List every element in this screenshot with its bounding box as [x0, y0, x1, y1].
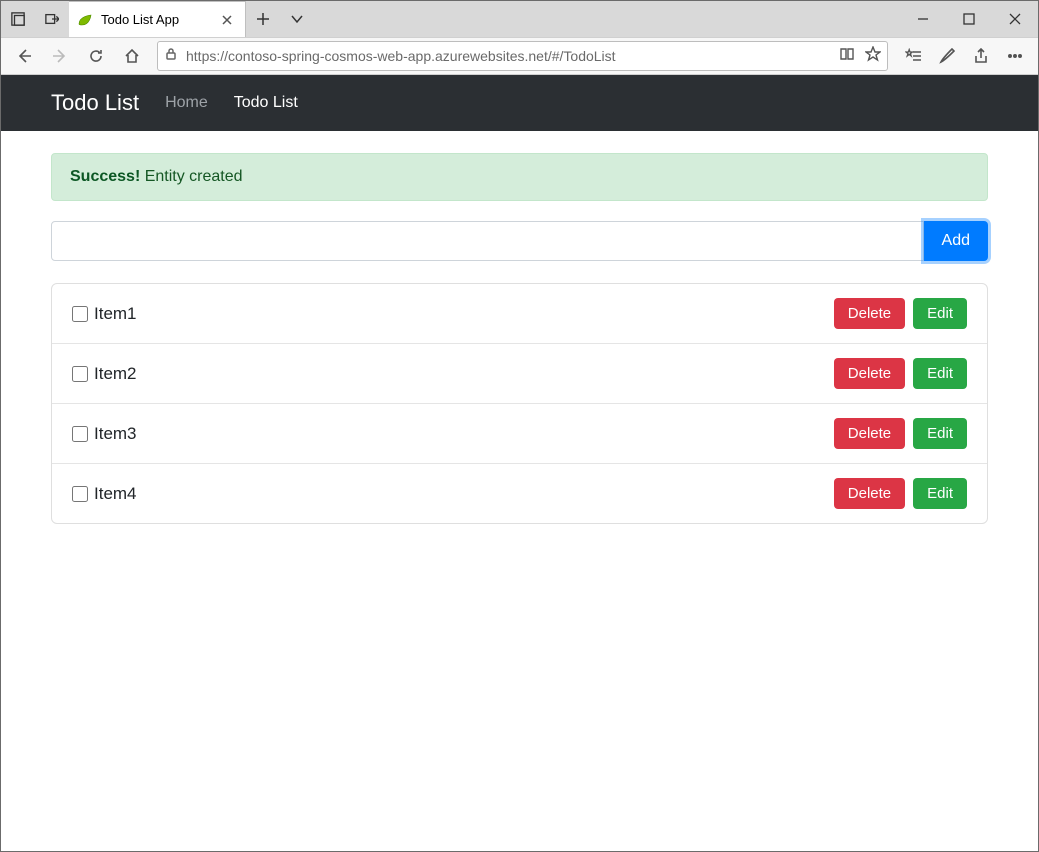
- toolbar-right: [896, 40, 1032, 72]
- nav-home-button[interactable]: [115, 40, 149, 72]
- add-button[interactable]: Add: [924, 221, 988, 261]
- delete-button[interactable]: Delete: [834, 418, 905, 449]
- item-label: Item3: [94, 424, 137, 444]
- reading-view-icon[interactable]: [839, 46, 855, 67]
- lock-icon: [164, 47, 178, 66]
- list-item-left: Item1: [72, 304, 137, 324]
- address-bar-right: [839, 46, 881, 67]
- item-checkbox[interactable]: [72, 366, 88, 382]
- new-item-input[interactable]: [51, 221, 924, 261]
- window-maximize-button[interactable]: [946, 1, 992, 37]
- item-checkbox[interactable]: [72, 306, 88, 322]
- tab-actions-icon[interactable]: [1, 1, 35, 37]
- edit-button[interactable]: Edit: [913, 298, 967, 329]
- nav-refresh-button[interactable]: [79, 40, 113, 72]
- browser-tab[interactable]: Todo List App: [69, 1, 246, 37]
- nav-back-button[interactable]: [7, 40, 41, 72]
- favorite-star-icon[interactable]: [865, 46, 881, 67]
- list-item: Item4 Delete Edit: [52, 463, 987, 523]
- list-item: Item3 Delete Edit: [52, 403, 987, 463]
- window-minimize-button[interactable]: [900, 1, 946, 37]
- nav-link-home[interactable]: Home: [165, 94, 208, 112]
- delete-button[interactable]: Delete: [834, 478, 905, 509]
- notes-icon[interactable]: [930, 40, 964, 72]
- alert-strong: Success!: [70, 168, 140, 185]
- browser-window: Todo List App: [0, 0, 1039, 852]
- titlebar-left: [1, 1, 69, 37]
- list-item-left: Item3: [72, 424, 137, 444]
- item-checkbox[interactable]: [72, 426, 88, 442]
- window-close-button[interactable]: [992, 1, 1038, 37]
- tab-title: Todo List App: [101, 12, 211, 27]
- add-item-row: Add: [51, 221, 988, 261]
- url-input[interactable]: [186, 48, 831, 64]
- item-label: Item2: [94, 364, 137, 384]
- browser-toolbar: [1, 37, 1038, 75]
- item-label: Item4: [94, 484, 137, 504]
- todo-list: Item1 Delete Edit Item2 Delete Edit Item3 Delet…: [51, 283, 988, 524]
- page-viewport: Todo List Home Todo List Success! Entity…: [1, 75, 1038, 851]
- edit-button[interactable]: Edit: [913, 358, 967, 389]
- address-bar[interactable]: [157, 41, 888, 71]
- favorites-list-icon[interactable]: [896, 40, 930, 72]
- nav-forward-button[interactable]: [43, 40, 77, 72]
- more-menu-icon[interactable]: [998, 40, 1032, 72]
- edit-button[interactable]: Edit: [913, 478, 967, 509]
- tab-close-button[interactable]: [219, 12, 235, 28]
- tabs-overflow-button[interactable]: [280, 1, 314, 37]
- delete-button[interactable]: Delete: [834, 298, 905, 329]
- share-icon[interactable]: [964, 40, 998, 72]
- item-checkbox[interactable]: [72, 486, 88, 502]
- nav-link-todolist[interactable]: Todo List: [234, 94, 298, 112]
- new-tab-button[interactable]: [246, 1, 280, 37]
- navbar-brand: Todo List: [51, 90, 139, 116]
- list-item-left: Item2: [72, 364, 137, 384]
- list-item: Item2 Delete Edit: [52, 343, 987, 403]
- window-controls: [900, 1, 1038, 37]
- delete-button[interactable]: Delete: [834, 358, 905, 389]
- app-navbar: Todo List Home Todo List: [1, 75, 1038, 131]
- list-item-left: Item4: [72, 484, 137, 504]
- alert-text: Entity created: [140, 168, 242, 185]
- favicon-leaf-icon: [77, 12, 93, 28]
- edit-button[interactable]: Edit: [913, 418, 967, 449]
- titlebar: Todo List App: [1, 1, 1038, 37]
- list-item: Item1 Delete Edit: [52, 284, 987, 343]
- set-aside-tabs-icon[interactable]: [35, 1, 69, 37]
- item-label: Item1: [94, 304, 137, 324]
- page-container: Success! Entity created Add Item1 Delete E…: [1, 131, 1038, 546]
- success-alert: Success! Entity created: [51, 153, 988, 201]
